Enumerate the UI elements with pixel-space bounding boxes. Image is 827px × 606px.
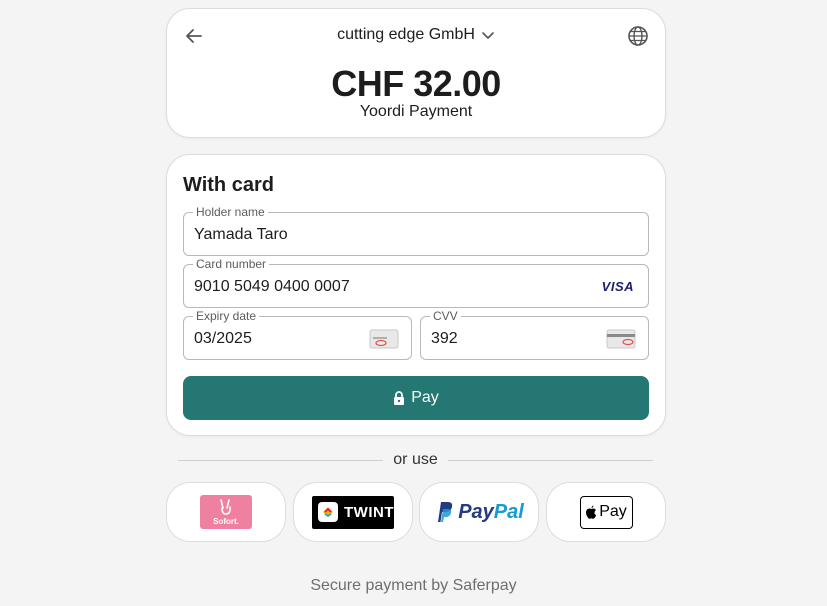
card-number-value: 9010 5049 0400 0007 xyxy=(194,278,350,295)
sofort-logo: Sofort. xyxy=(200,495,252,529)
payment-description: Yoordi Payment xyxy=(359,103,473,120)
apple-pay-button[interactable]: Pay xyxy=(546,482,666,542)
holder-name-field[interactable]: Holder name Yamada Taro xyxy=(183,206,649,256)
twint-logo: TWINT xyxy=(312,495,394,529)
card-expiry-icon xyxy=(369,329,399,349)
twint-icon xyxy=(318,502,338,522)
or-use-divider: or use xyxy=(178,451,653,469)
payment-amount: CHF 32.00 xyxy=(331,63,501,104)
paypal-text-pal: Pal xyxy=(493,500,524,523)
merchant-selector[interactable]: cutting edge GmbH xyxy=(167,26,665,44)
sofort-button[interactable]: Sofort. xyxy=(166,482,286,542)
sofort-logo-text: Sofort. xyxy=(213,517,239,526)
visa-logo: VISA xyxy=(601,279,634,294)
payment-summary-card: cutting edge GmbH CHF 32.00 Yoordi Payme… xyxy=(166,8,666,138)
card-cvv-icon xyxy=(606,329,636,349)
expiry-date-field[interactable]: Expiry date 03/2025 xyxy=(183,310,412,360)
cvv-value: 392 xyxy=(431,330,458,347)
holder-name-label: Holder name xyxy=(193,206,268,219)
twint-button[interactable]: TWINT xyxy=(293,482,413,542)
victory-hand-icon xyxy=(220,499,231,515)
card-number-label: Card number xyxy=(193,258,270,271)
twint-logo-text: TWINT xyxy=(344,503,394,521)
cvv-label: CVV xyxy=(430,310,461,323)
merchant-name: cutting edge GmbH xyxy=(337,26,475,43)
paypal-logo: PayPal xyxy=(434,500,524,524)
divider-line xyxy=(447,459,653,461)
or-use-text: or use xyxy=(393,451,438,468)
lock-icon xyxy=(394,390,405,405)
paypal-button[interactable]: PayPal xyxy=(419,482,539,542)
divider-line xyxy=(178,459,384,461)
apple-pay-logo: Pay xyxy=(579,495,633,529)
apple-pay-text: Pay xyxy=(599,503,627,520)
paypal-p-icon xyxy=(438,502,453,522)
holder-name-value: Yamada Taro xyxy=(194,226,288,243)
globe-icon xyxy=(628,26,648,46)
cvv-field[interactable]: CVV 392 xyxy=(420,310,649,360)
expiry-date-label: Expiry date xyxy=(193,310,260,323)
pay-button[interactable]: Pay xyxy=(183,376,649,420)
chevron-down-icon xyxy=(482,32,494,39)
paypal-text-pay: Pay xyxy=(458,500,494,523)
card-payment-form: With card Holder name Yamada Taro Card n… xyxy=(166,154,666,436)
pay-button-label: Pay xyxy=(411,389,439,406)
expiry-date-value: 03/2025 xyxy=(194,330,252,347)
card-number-field[interactable]: Card number 9010 5049 0400 0007 VISA xyxy=(183,258,649,308)
language-button[interactable] xyxy=(625,23,651,49)
form-title: With card xyxy=(183,174,274,196)
footer-text: Secure payment by Saferpay xyxy=(310,577,517,594)
apple-icon xyxy=(586,505,597,519)
